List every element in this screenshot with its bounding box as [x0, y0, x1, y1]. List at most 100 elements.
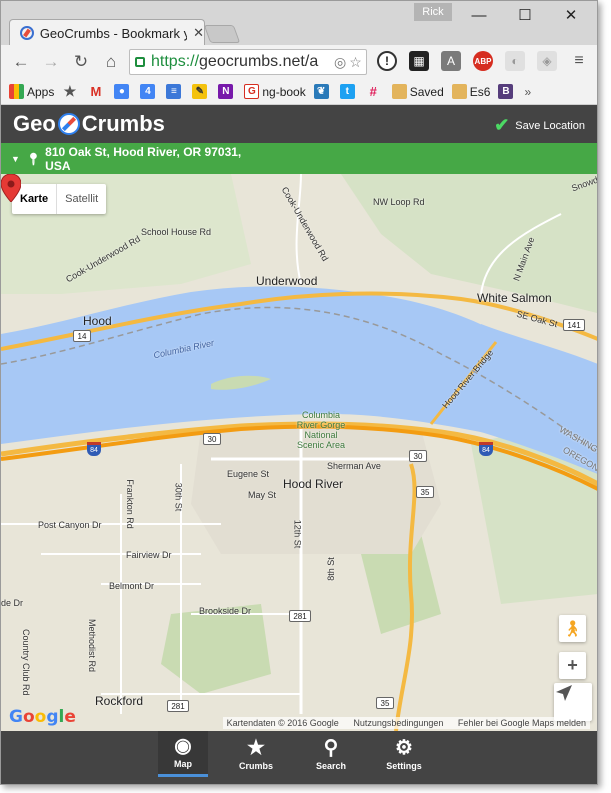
checkmark-icon: ✔	[494, 115, 510, 135]
current-address-bar: ▼ 📍︎ 810 Oak St, Hood River, OR 97031, U…	[1, 143, 597, 174]
new-tab-button[interactable]	[203, 25, 241, 43]
forward-arrow-icon[interactable]: →	[37, 48, 65, 76]
map-type-satellite-button[interactable]: Satellit	[56, 184, 106, 214]
contacts-icon: ●	[114, 84, 130, 99]
bookmark-ng-book[interactable]: Gng-book	[244, 84, 306, 99]
map-label-30th: 30th St	[173, 482, 184, 512]
bookmark-contacts[interactable]: ●	[114, 84, 132, 99]
route-shield-14: 14	[73, 330, 91, 342]
street-view-pegman-icon[interactable]: 🚶︎	[559, 615, 586, 642]
save-location-button[interactable]: ✔ Save Location	[494, 115, 585, 136]
bookmark-twitter[interactable]: t	[339, 84, 358, 99]
home-icon[interactable]: ⌂	[97, 48, 125, 76]
qr-code-extension-icon[interactable]: ▦	[409, 51, 429, 71]
map-label-scenic-area: Columbia River Gorge National Scenic Are…	[296, 410, 346, 450]
zoom-in-button[interactable]: +	[559, 652, 586, 679]
bookmark-gmail[interactable]: M	[88, 84, 106, 99]
map-label-country-club: Country Club Rd	[21, 629, 31, 696]
es6-icon	[451, 84, 467, 99]
adblock-plus-icon[interactable]: ABP	[473, 51, 493, 71]
compass-logo-icon	[57, 113, 80, 135]
my-location-button[interactable]	[554, 683, 592, 721]
bookmark-star[interactable]: ★	[62, 83, 80, 99]
search-icon: ⚲	[323, 736, 339, 759]
star-icon: ★	[63, 83, 77, 99]
map-view[interactable]: Karte Satellit Underwood White Salmon Ho…	[1, 174, 597, 731]
twitter-icon: t	[339, 84, 355, 99]
map-label-12th: 12th St	[292, 519, 303, 549]
app-header: Geo Crumbs ✔ Save Location	[1, 105, 597, 143]
map-label-frankton: Frankton Rd	[124, 479, 135, 529]
ngbook-icon: G	[244, 84, 260, 99]
nav-map-button[interactable]: ◉ Map	[158, 731, 208, 777]
bookmark-slack[interactable]: #	[366, 84, 384, 99]
apps-icon	[9, 84, 24, 99]
map-label-eugene: Eugene St	[227, 469, 270, 479]
map-label-white-salmon: White Salmon	[477, 291, 552, 305]
bookmark-folder-saved[interactable]: Saved	[391, 84, 444, 99]
bookmark-leaf[interactable]: ❦	[313, 84, 332, 99]
info-extension-icon[interactable]: !	[377, 51, 397, 71]
bookmark-sheets[interactable]: ≡	[166, 84, 184, 99]
nav-settings-button[interactable]: ⚙ Settings	[379, 731, 429, 777]
map-attribution: Kartendaten © 2016 Google Nutzungsbeding…	[222, 717, 590, 729]
onenote-icon: N	[218, 84, 234, 99]
map-label-fairview: Fairview Dr	[126, 550, 172, 560]
bookmark-apps[interactable]: Apps	[9, 84, 54, 99]
map-label-side-dr: de Dr	[1, 598, 24, 608]
bookmark-folder-es6[interactable]: Es6	[451, 84, 490, 99]
terms-link[interactable]: Nutzungsbedingungen	[353, 718, 443, 728]
bookmark-calendar[interactable]: 4	[140, 84, 158, 99]
google-logo: Google	[9, 707, 76, 727]
maximize-button[interactable]: ☐	[503, 1, 547, 29]
lock-icon	[135, 57, 145, 67]
ghostery-extension-icon[interactable]: ◐	[505, 51, 525, 71]
back-arrow-icon[interactable]: ←	[7, 48, 35, 76]
bookmark-bootstrap[interactable]: B	[498, 84, 516, 99]
bookmark-star-icon[interactable]: ☆	[349, 54, 362, 71]
map-label-belmont: Belmont Dr	[109, 581, 155, 591]
app-logo: Geo Crumbs	[13, 111, 165, 136]
map-label-nw-loop: NW Loop Rd	[373, 197, 425, 207]
tab-title: GeoCrumbs - Bookmark y	[39, 25, 188, 41]
tab-close-icon[interactable]: ✕	[193, 25, 204, 41]
browser-tab[interactable]: GeoCrumbs - Bookmark y ✕	[9, 19, 205, 46]
map-label-sherman: Sherman Ave	[327, 461, 381, 471]
map-label-hood: Hood	[83, 314, 112, 328]
location-marker-icon[interactable]	[1, 174, 21, 202]
route-shield-281-a: 281	[289, 610, 311, 622]
angular-extension-icon[interactable]: A	[441, 51, 461, 71]
location-target-icon[interactable]: ◎	[334, 54, 346, 71]
bookmarks-bar: Apps ★ M ● 4 ≡ ✎ N Gng-book ❦ t # Saved …	[1, 79, 597, 105]
map-type-switcher: Karte Satellit	[12, 184, 107, 214]
route-shield-35-b: 35	[376, 697, 394, 709]
sheets-icon: ≡	[166, 84, 182, 99]
address-bar[interactable]: https://geocrumbs.net/a ◎ ☆	[129, 49, 367, 75]
url-text: https://geocrumbs.net/a	[151, 53, 319, 70]
nav-crumbs-button[interactable]: ★ Crumbs	[231, 731, 281, 777]
map-label-may: May St	[248, 490, 277, 500]
star-icon: ★	[247, 736, 265, 759]
route-shield-30-b: 30	[409, 450, 427, 462]
nav-search-button[interactable]: ⚲ Search	[306, 731, 356, 777]
caret-down-icon: ▼	[11, 153, 20, 164]
user-profile-badge[interactable]: Rick	[414, 3, 452, 21]
map-label-8th: 8th St	[325, 557, 336, 581]
interstate-shield-84-b: 84	[479, 442, 493, 456]
reload-icon[interactable]: ↻	[67, 48, 95, 76]
map-label-rockford: Rockford	[95, 694, 144, 708]
shield-extension-icon[interactable]: ◈	[537, 51, 557, 71]
slack-icon: #	[369, 84, 377, 99]
calendar-icon: 4	[140, 84, 156, 99]
chrome-menu-icon[interactable]: ≡	[569, 51, 589, 71]
bookmark-onenote[interactable]: N	[218, 84, 236, 99]
report-error-link[interactable]: Fehler bei Google Maps melden	[458, 718, 586, 728]
bottom-navigation: ◉ Map ★ Crumbs ⚲ Search ⚙ Settings	[1, 731, 597, 784]
interstate-shield-84-a: 84	[87, 442, 101, 456]
bookmarks-overflow-icon[interactable]: »	[524, 85, 531, 99]
bookmark-notes[interactable]: ✎	[192, 84, 210, 99]
address-dropdown[interactable]: ▼ 📍︎ 810 Oak St, Hood River, OR 97031, U…	[1, 143, 263, 174]
minimize-button[interactable]: —	[457, 1, 501, 29]
close-window-button[interactable]: ✕	[549, 1, 593, 29]
route-shield-281-b: 281	[167, 700, 189, 712]
